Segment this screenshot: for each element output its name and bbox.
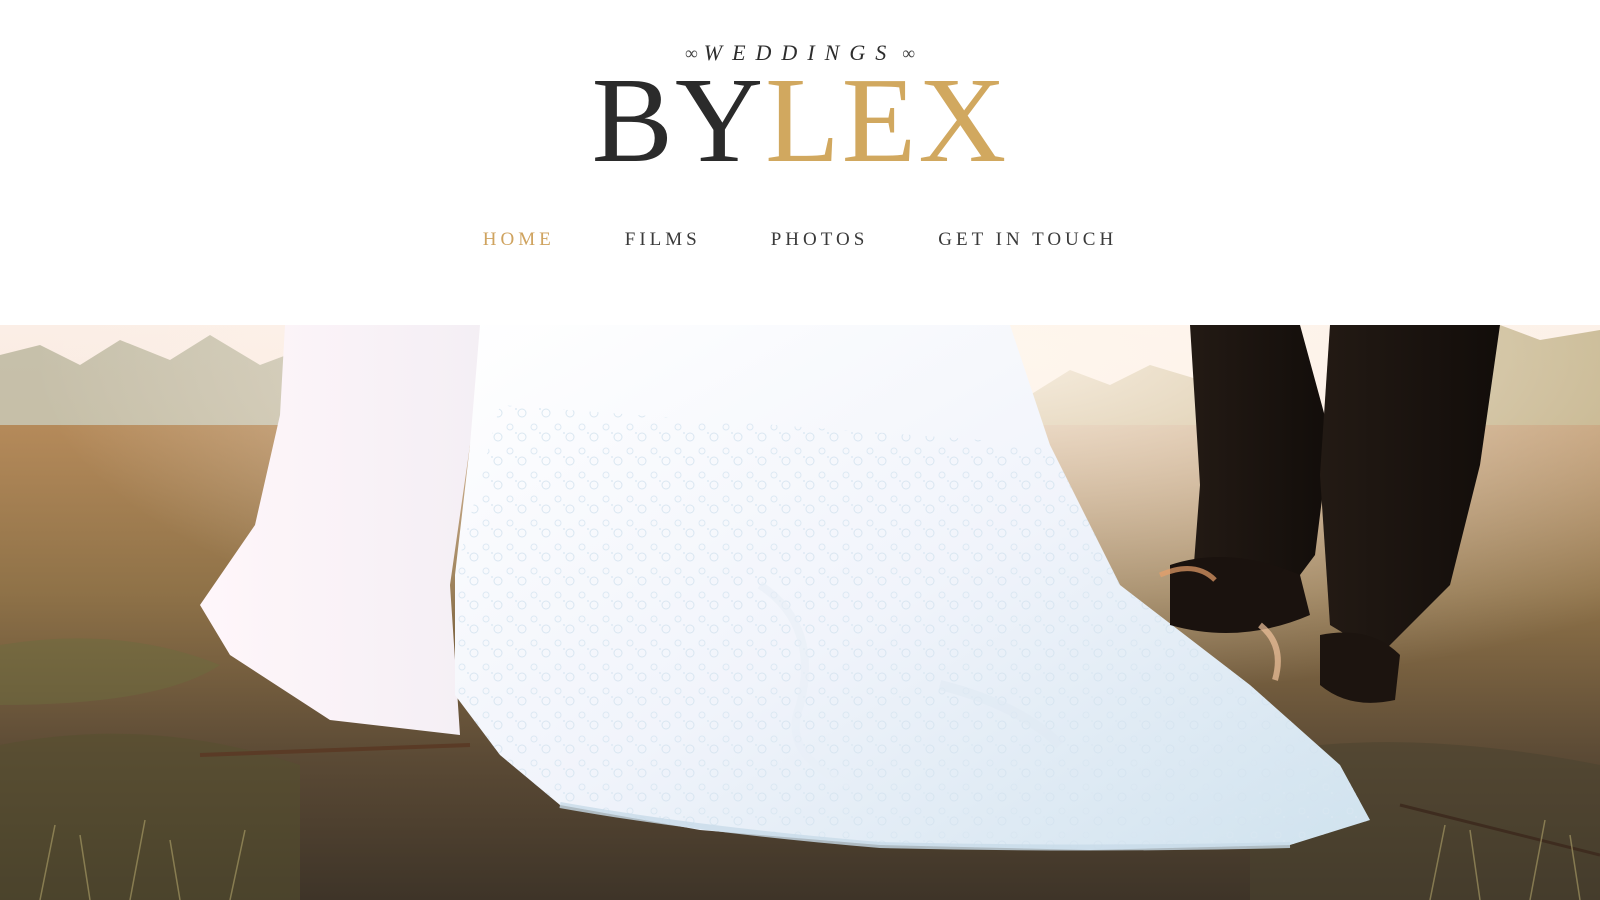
hero-image <box>0 325 1600 900</box>
site-logo[interactable]: ∞ WEDDINGS ∞ BYLEX <box>0 40 1600 182</box>
nav-item-home[interactable]: HOME <box>483 229 555 251</box>
logo-wordmark: BYLEX <box>0 60 1600 182</box>
nav-item-films[interactable]: FILMS <box>625 229 701 251</box>
nav-item-photos[interactable]: PHOTOS <box>771 229 869 251</box>
hero-photo-illustration <box>0 325 1600 900</box>
site-header: ∞ WEDDINGS ∞ BYLEX HOME FILMS PHOTOS GET… <box>0 0 1600 325</box>
logo-wordmark-lex: LEX <box>765 53 1009 188</box>
logo-wordmark-by: BY <box>591 53 766 188</box>
main-nav: HOME FILMS PHOTOS GET IN TOUCH <box>0 229 1600 251</box>
nav-item-get-in-touch[interactable]: GET IN TOUCH <box>938 229 1117 251</box>
